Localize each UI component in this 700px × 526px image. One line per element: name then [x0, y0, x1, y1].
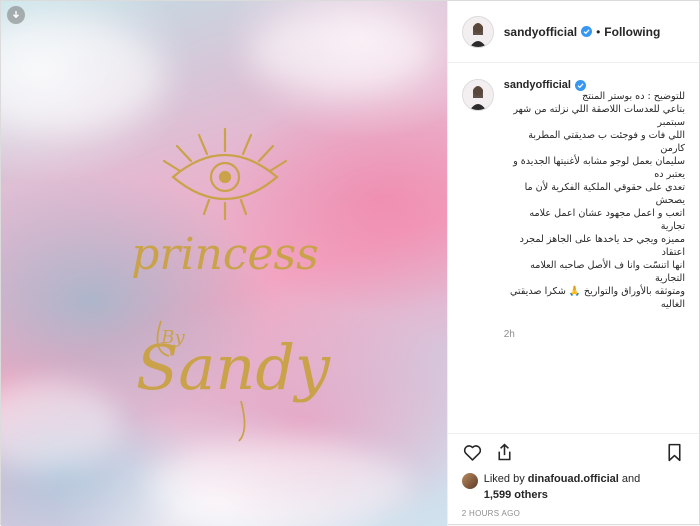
instagram-post: princess By Sandy sandyofficial • Follow…: [0, 0, 700, 526]
username-link[interactable]: sandyofficial: [504, 25, 577, 39]
caption: sandyofficial للتوضيح : ده بوستر المنتج …: [461, 79, 685, 340]
comments-section: sandyofficial للتوضيح : ده بوستر المنتج …: [448, 63, 699, 433]
caption-line: بتاعي للعدسات اللاصقة اللي نزلته من شهر …: [513, 104, 685, 128]
likes-count-link[interactable]: 1,599 others: [484, 489, 548, 501]
liker-avatar[interactable]: [461, 473, 478, 489]
save-button[interactable]: [663, 442, 685, 464]
action-bar: [447, 433, 699, 471]
caption-line: للتوضيح : ده بوستر المنتج: [582, 91, 685, 102]
princess-by-sandy-logo: princess By Sandy: [131, 127, 331, 442]
post-header: sandyofficial • Following: [447, 1, 699, 63]
likes-prefix: Liked by: [483, 473, 525, 485]
caption-line: ومتوثقه بالأوراق والتواريخ 🙏 شكرا صديقتي: [509, 286, 685, 297]
caption-timestamp[interactable]: 2h: [504, 329, 685, 340]
caption-line: الغاليه: [660, 299, 685, 310]
likes-conj: and: [621, 473, 641, 485]
caption-line: انها اتنسّت وانا ف الأصل صاحبه العلامه ا…: [530, 260, 685, 284]
avatar[interactable]: [461, 15, 494, 48]
caption-line: اللي فات و فوجئت ب صديقتي المطربة كارمن: [528, 130, 685, 154]
likes-text: Liked by dinafouad.official and 1,599 ot…: [484, 471, 641, 503]
likes-summary: Liked by dinafouad.official and 1,599 ot…: [448, 471, 699, 503]
caption-avatar[interactable]: [461, 79, 494, 111]
verified-badge-icon: [581, 26, 593, 37]
post-side-panel: sandyofficial • Following sandyofficial …: [446, 1, 699, 526]
download-icon: [13, 11, 19, 19]
caption-username-link[interactable]: sandyofficial: [504, 79, 571, 91]
heart-icon: [464, 445, 482, 461]
like-button[interactable]: [462, 442, 484, 464]
caption-line: تعدي على حقوقي الملكية الفكرية لأن ما يص…: [524, 182, 685, 206]
post-image[interactable]: princess By Sandy: [1, 1, 447, 526]
profile-photo-icon: [462, 16, 493, 47]
share-icon: [498, 443, 511, 461]
eye-logo-icon: [162, 127, 288, 221]
following-button[interactable]: Following: [604, 25, 660, 39]
caption-line: سليمان بعمل لوجو مشابه لأغنيتها الجديدة …: [513, 156, 685, 180]
caption-text: للتوضيح : ده بوستر المنتج بتاعي للعدسات …: [504, 90, 685, 311]
caption-line: اتعب و اعمل مجهود عشان اعمل علامه تجارية: [529, 208, 685, 232]
artwork-sandy-text: Sandy: [136, 331, 331, 404]
profile-photo-icon: [462, 80, 493, 110]
download-button[interactable]: [7, 6, 25, 24]
separator-dot: •: [596, 24, 601, 39]
verified-badge-icon: [574, 79, 586, 91]
caption-line: مميزه ويجي حد ياخدها على الجاهز لمجرد اع…: [519, 234, 685, 258]
share-button[interactable]: [494, 442, 516, 464]
artwork-princess-text: princess: [131, 229, 318, 280]
bookmark-icon: [667, 443, 681, 462]
post-timestamp[interactable]: 2 HOURS AGO: [448, 503, 699, 518]
liker-username-link[interactable]: dinafouad.official: [528, 473, 619, 485]
